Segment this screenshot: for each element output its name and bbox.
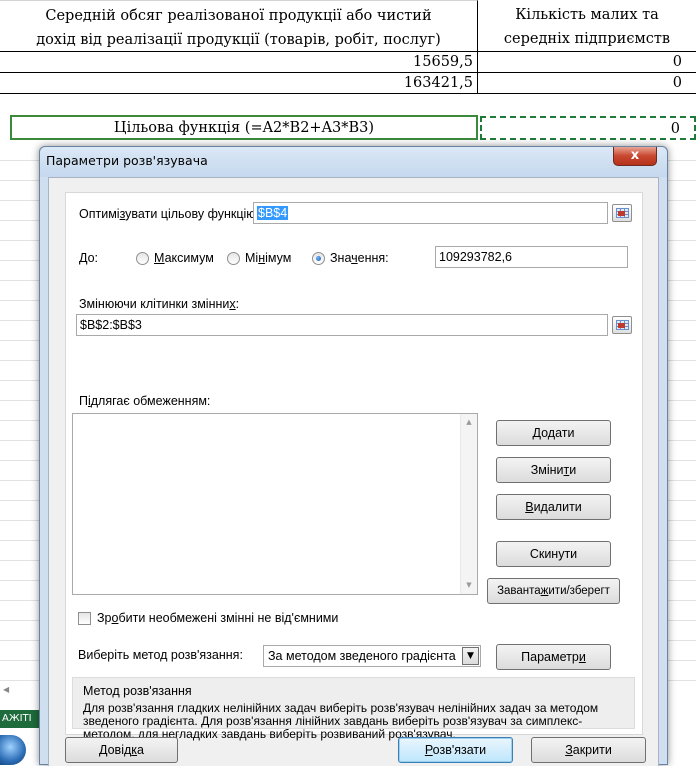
header-b-line2: середніх підприємств [503, 31, 671, 47]
max-radio-label[interactable]: Максимум [154, 251, 214, 265]
value-of-radio-label[interactable]: Значення: [330, 251, 389, 265]
dialog-titlebar[interactable]: Параметри розв'язувача x [40, 147, 667, 177]
solving-method-value: За методом зведеного градієнта [268, 649, 456, 663]
header-a-line1: Середній обсяг реалізованої продукції аб… [45, 8, 432, 24]
cell-a3[interactable]: 163421,5 [0, 73, 478, 94]
close-icon: x [630, 148, 640, 163]
close-window-button[interactable]: x [613, 147, 657, 166]
solving-method-description: Для розв'язання гладких нелінійних задач… [83, 701, 599, 741]
min-radio-label[interactable]: Мінімум [245, 251, 291, 265]
cell-b2[interactable]: 0 [478, 52, 696, 73]
load-save-button[interactable]: Завантажити/зберегт [487, 578, 620, 604]
cell-b3[interactable]: 0 [478, 73, 696, 94]
constraints-label: Підлягає обмеженням: [79, 394, 211, 408]
header-b-line1: Кількість малих та [515, 7, 659, 23]
scroll-up-icon[interactable]: ▲ [461, 414, 477, 431]
reset-all-button[interactable]: Скинути [496, 541, 611, 567]
scroll-down-icon[interactable]: ▼ [461, 577, 477, 594]
nonnegative-label[interactable]: Зробити необмежені змінні не від'ємними [97, 611, 338, 625]
solve-button[interactable]: Розв'язати [398, 737, 513, 763]
chevron-down-icon[interactable]: ▼ [462, 647, 479, 665]
range-arrow-icon [618, 323, 625, 328]
header-cell-b1[interactable]: Кількість малих та середніх підприємств [478, 0, 696, 52]
max-radio[interactable] [136, 252, 149, 265]
dialog-title: Параметри розв'язувача [46, 153, 208, 168]
objective-cell-input[interactable]: $B$4 [253, 202, 608, 224]
variable-cells-label: Змінюючи клітинки змінних: [79, 297, 240, 311]
add-constraint-button[interactable]: Додати [496, 420, 611, 446]
objective-collapse-button[interactable] [612, 204, 632, 222]
sheet-scroll-left-icon[interactable]: ◀ [3, 685, 9, 694]
solving-method-group-title: Метод розв'язання [83, 684, 192, 698]
header-cell-a1[interactable]: Середній обсяг реалізованої продукції аб… [0, 0, 478, 52]
change-constraint-button[interactable]: Змінити [496, 457, 611, 483]
range-arrow-icon [618, 211, 625, 216]
cell-b4-objective-value[interactable]: 0 [480, 116, 696, 140]
variable-cells-input[interactable]: $B$2:$B$3 [76, 314, 608, 336]
method-label: Виберіть метод розв'язання: [78, 648, 243, 662]
nonnegative-checkbox[interactable] [78, 612, 91, 625]
dialog-client-area: Оптимізувати цільову функцію: $B$4 До: М… [48, 177, 659, 766]
objective-ref-text: $B$4 [257, 206, 289, 220]
solver-settings-panel: Оптимізувати цільову функцію: $B$4 До: М… [65, 192, 643, 741]
cell-a4-objective-label[interactable]: Цільова функція (=A2*B2+A3*B3) [10, 115, 478, 140]
blank-row [0, 94, 696, 115]
objective-label: Оптимізувати цільову функцію: [79, 207, 260, 221]
constraints-scrollbar[interactable]: ▲ ▼ [460, 414, 477, 594]
to-label: До: [79, 251, 99, 265]
windows-start-icon[interactable] [0, 735, 26, 765]
help-button[interactable]: Довідка [65, 737, 178, 763]
close-button[interactable]: Закрити [531, 737, 646, 763]
cell-a2[interactable]: 15659,5 [0, 52, 478, 73]
options-button[interactable]: Параметри [496, 644, 611, 670]
min-radio[interactable] [227, 252, 240, 265]
target-value-input[interactable]: 109293782,6 [435, 246, 628, 268]
solver-parameters-dialog: Параметри розв'язувача x Оптимізувати ці… [39, 146, 668, 766]
solving-method-group: Метод розв'язання Для розв'язання гладки… [72, 677, 635, 741]
solving-method-select[interactable]: За методом зведеного градієнта ▼ [263, 645, 481, 667]
constraints-list[interactable]: ▲ ▼ [72, 413, 478, 595]
value-of-radio[interactable] [312, 252, 325, 265]
variables-collapse-button[interactable] [612, 316, 632, 334]
delete-constraint-button[interactable]: Видалити [496, 494, 611, 520]
header-a-line2: дохід від реалізації продукції (товарів,… [36, 32, 441, 48]
